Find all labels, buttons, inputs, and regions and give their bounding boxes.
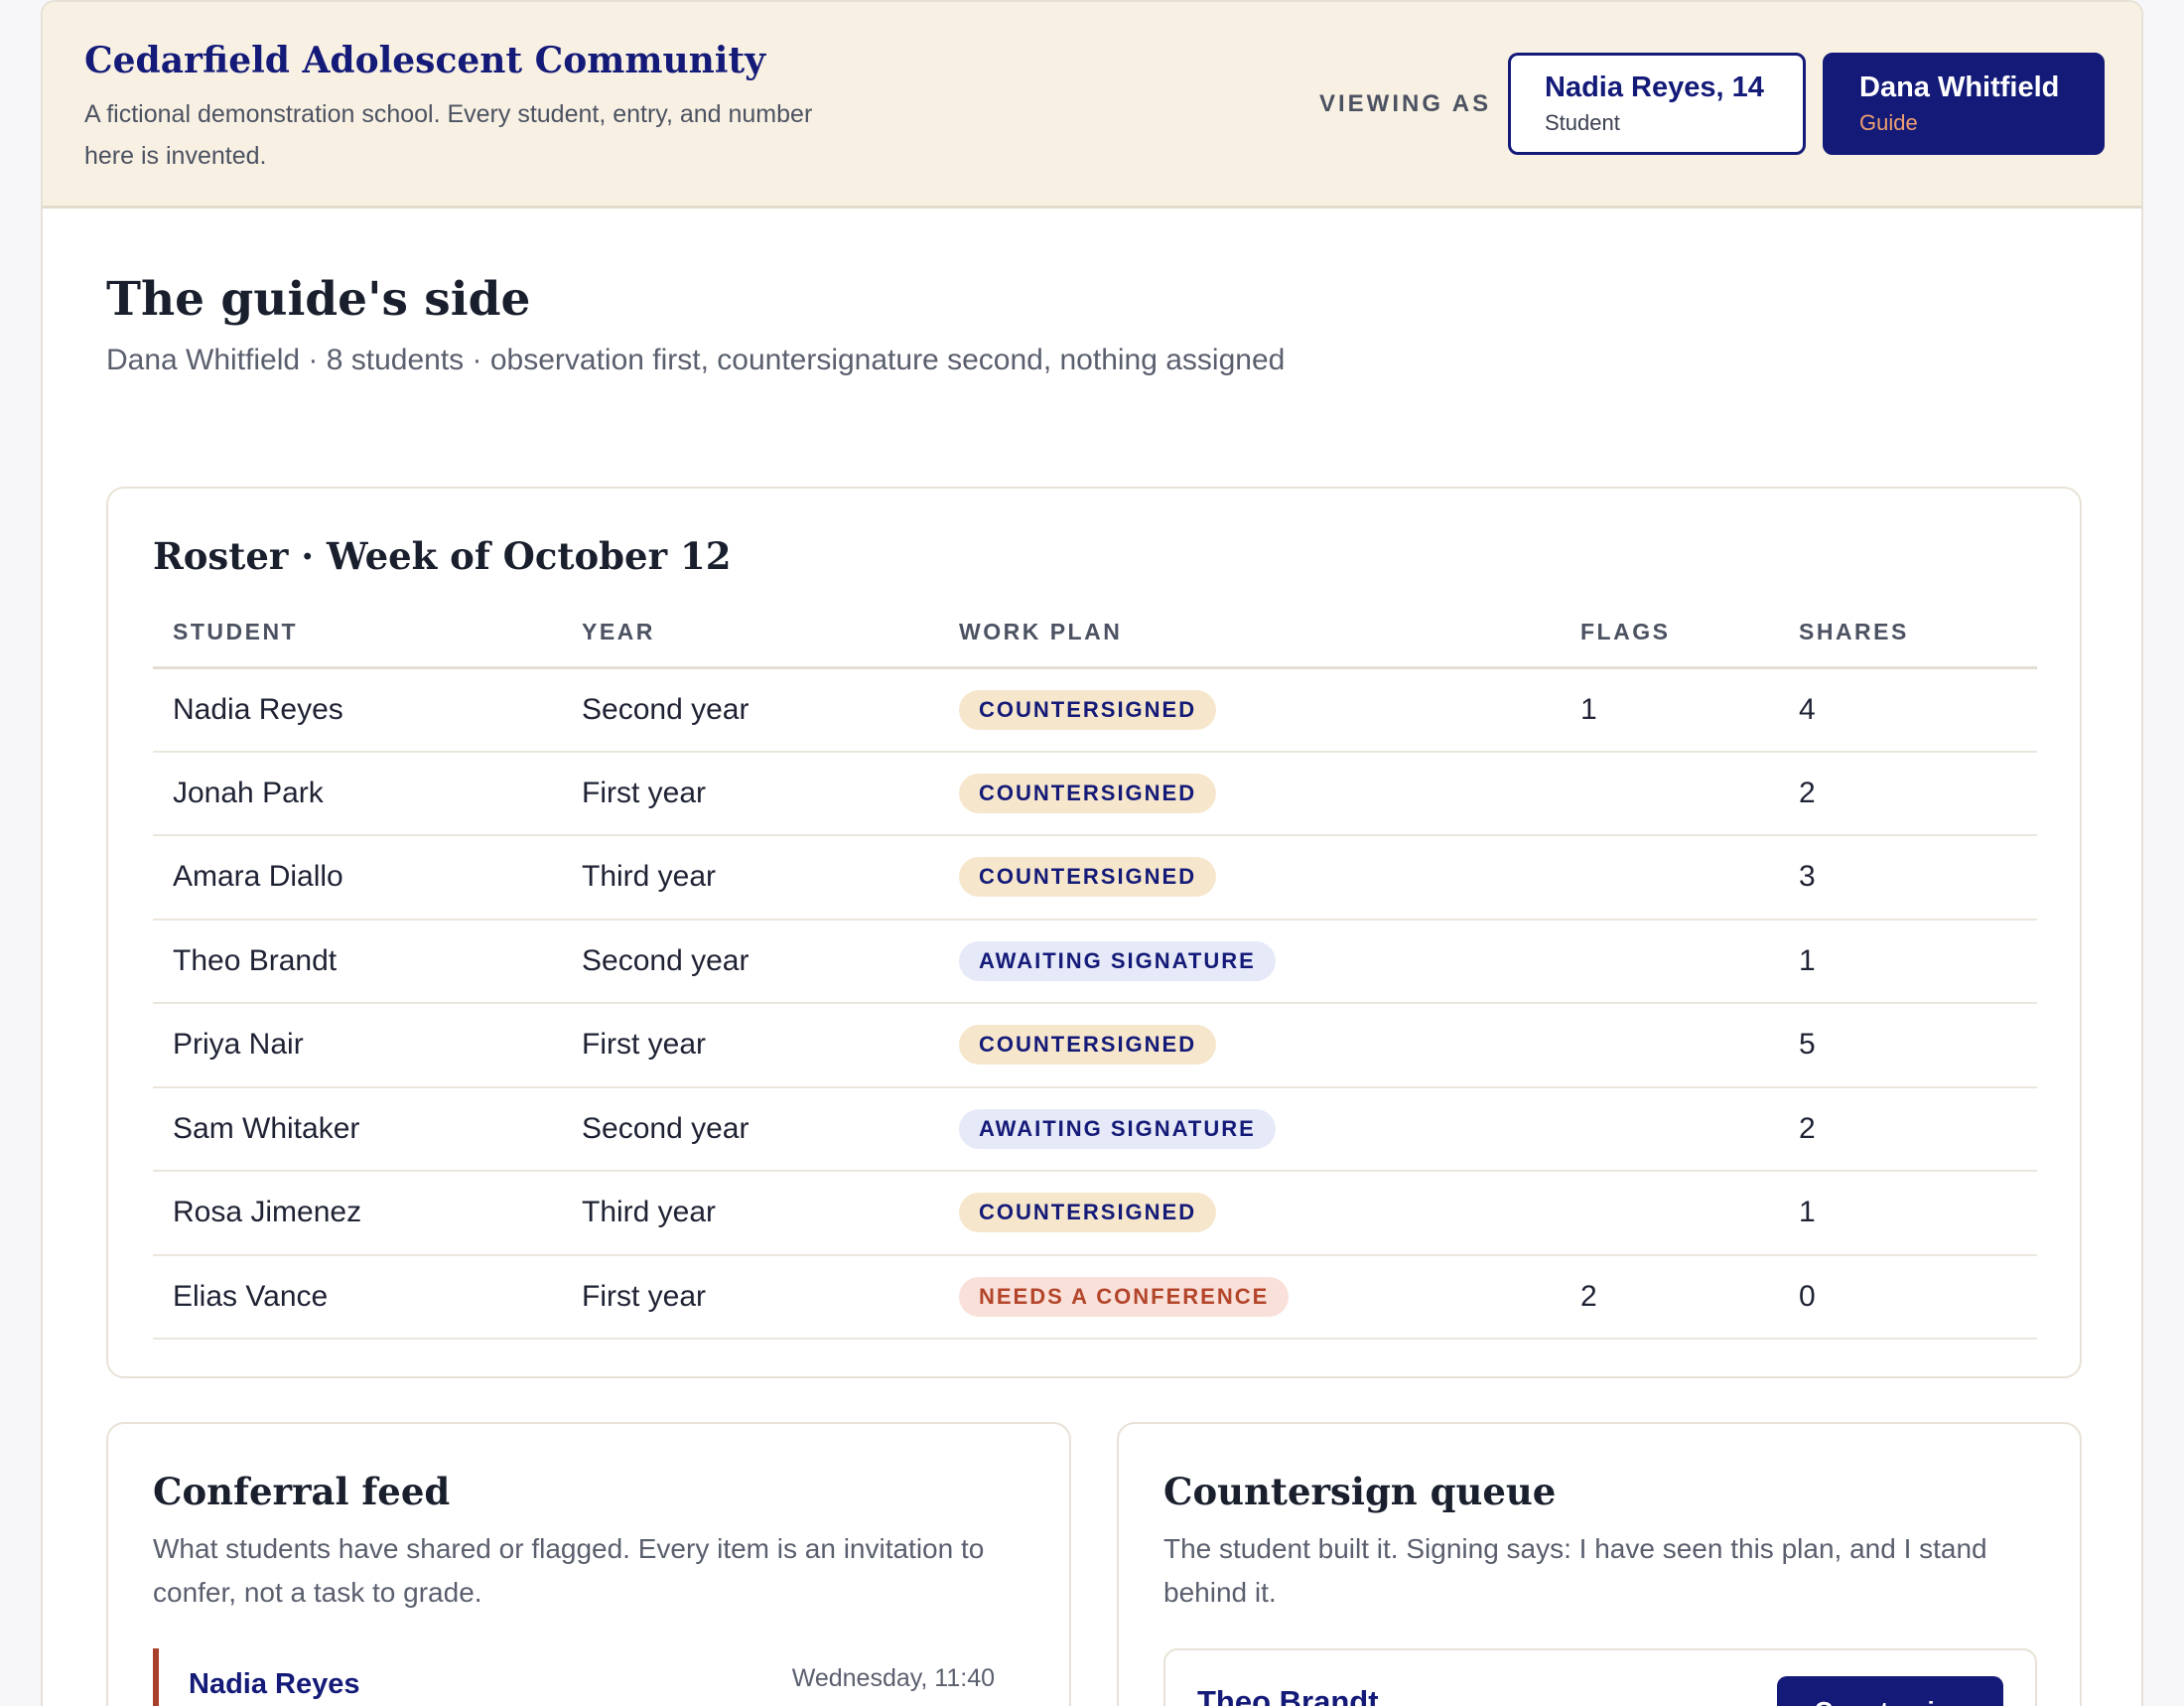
shares-cell: 4 xyxy=(1779,667,2037,753)
work-plan-status-badge: NEEDS A CONFERENCE xyxy=(959,1276,1290,1317)
work-plan-cell: COUNTERSIGNED xyxy=(939,667,1561,753)
flags-cell xyxy=(1561,835,1779,921)
conferral-feed-description: What students have shared or flagged. Ev… xyxy=(153,1533,985,1608)
work-plan-status-badge: COUNTERSIGNED xyxy=(959,1193,1217,1233)
flags-cell xyxy=(1561,919,1779,1004)
student-name-cell: Nadia Reyes xyxy=(153,667,562,753)
queue-item-student[interactable]: Theo Brandt xyxy=(1197,1684,1379,1706)
roster-card: Roster · Week of October 12 STUDENT YEAR… xyxy=(106,487,2082,1378)
year-cell: Second year xyxy=(562,919,939,1004)
roster-table: STUDENT YEAR WORK PLAN FLAGS SHARES Nadi… xyxy=(153,598,2037,1340)
persona-name: Nadia Reyes, 14 xyxy=(1545,71,1764,103)
school-name: Cedarfield Adolescent Community xyxy=(84,40,766,81)
work-plan-status-badge: COUNTERSIGNED xyxy=(959,689,1217,730)
countersign-queue-title: Countersign queue xyxy=(1163,1470,1557,1513)
year-cell: First year xyxy=(562,1254,939,1340)
work-plan-cell: COUNTERSIGNED xyxy=(939,835,1561,921)
year-cell: Second year xyxy=(562,667,939,753)
page-title: The guide's side xyxy=(106,272,531,327)
flags-cell xyxy=(1561,1003,1779,1088)
persona-student-button[interactable]: Nadia Reyes, 14 Student xyxy=(1508,53,1806,155)
student-name-cell: Priya Nair xyxy=(153,1003,562,1088)
work-plan-cell: AWAITING SIGNATURE xyxy=(939,1086,1561,1172)
table-row[interactable]: Priya Nair First year COUNTERSIGNED 5 xyxy=(153,1003,2037,1088)
work-plan-status-badge: COUNTERSIGNED xyxy=(959,1025,1217,1066)
column-header-work-plan: WORK PLAN xyxy=(939,598,1561,669)
flags-cell xyxy=(1561,1086,1779,1172)
column-header-shares: SHARES xyxy=(1779,598,2037,669)
year-cell: First year xyxy=(562,1003,939,1088)
work-plan-cell: NEEDS A CONFERENCE xyxy=(939,1254,1561,1340)
countersign-button[interactable]: Countersign xyxy=(1777,1676,2003,1706)
roster-title: Roster · Week of October 12 xyxy=(153,534,732,578)
table-row[interactable]: Nadia Reyes Second year COUNTERSIGNED 1 4 xyxy=(153,667,2037,753)
column-header-student: STUDENT xyxy=(153,598,562,669)
feed-item-time: Wednesday, 11:40 xyxy=(791,1664,995,1692)
persona-name: Dana Whitfield xyxy=(1859,71,2060,103)
shares-cell: 0 xyxy=(1779,1254,2037,1340)
shares-cell: 1 xyxy=(1779,919,2037,1004)
flags-cell: 2 xyxy=(1561,1254,1779,1340)
table-row[interactable]: Sam Whitaker Second year AWAITING SIGNATUR… xyxy=(153,1086,2037,1172)
page-subtitle: Dana Whitfield · 8 students · observatio… xyxy=(106,344,1286,376)
table-row[interactable]: Amara Diallo Third year COUNTERSIGNED 3 xyxy=(153,835,2037,921)
persona-role: Guide xyxy=(1859,110,1918,135)
countersign-queue-card: Countersign queue The student built it. … xyxy=(1117,1422,2082,1706)
flags-cell: 1 xyxy=(1561,667,1779,753)
school-description: A fictional demonstration school. Every … xyxy=(84,100,813,170)
work-plan-cell: COUNTERSIGNED xyxy=(939,1003,1561,1088)
year-cell: First year xyxy=(562,751,939,836)
work-plan-status-badge: COUNTERSIGNED xyxy=(959,857,1217,898)
viewing-as-label: VIEWING AS xyxy=(1319,90,1492,117)
work-plan-cell: COUNTERSIGNED xyxy=(939,1171,1561,1256)
student-name-cell: Jonah Park xyxy=(153,751,562,836)
feed-item-student[interactable]: Nadia Reyes xyxy=(189,1668,360,1701)
roster-header-row: STUDENT YEAR WORK PLAN FLAGS SHARES xyxy=(153,598,2037,669)
shares-cell: 5 xyxy=(1779,1003,2037,1088)
shares-cell: 2 xyxy=(1779,1086,2037,1172)
conferral-feed-title: Conferral feed xyxy=(153,1470,451,1513)
work-plan-status-badge: COUNTERSIGNED xyxy=(959,773,1217,813)
table-row[interactable]: Rosa Jimenez Third year COUNTERSIGNED 1 xyxy=(153,1171,2037,1256)
student-name-cell: Sam Whitaker xyxy=(153,1086,562,1172)
countersign-queue-description: The student built it. Signing says: I ha… xyxy=(1163,1533,1987,1608)
shares-cell: 2 xyxy=(1779,751,2037,836)
table-row[interactable]: Theo Brandt Second year AWAITING SIGNATURE… xyxy=(153,919,2037,1004)
conferral-feed-card: Conferral feed What students have shared… xyxy=(106,1422,1071,1706)
year-cell: Third year xyxy=(562,835,939,921)
work-plan-status-badge: AWAITING SIGNATURE xyxy=(959,1108,1276,1149)
flags-cell xyxy=(1561,751,1779,836)
table-row[interactable]: Elias Vance First year NEEDS A CONFERENCE 2… xyxy=(153,1254,2037,1340)
year-cell: Third year xyxy=(562,1171,939,1256)
top-bar: Cedarfield Adolescent Community A fictio… xyxy=(43,2,2141,209)
feed-item[interactable]: Nadia Reyes Wednesday, 11:40 xyxy=(153,1648,1007,1706)
shares-cell: 3 xyxy=(1779,835,2037,921)
persona-role: Student xyxy=(1545,110,1620,135)
student-name-cell: Rosa Jimenez xyxy=(153,1171,562,1256)
persona-guide-button[interactable]: Dana Whitfield Guide xyxy=(1823,53,2105,155)
work-plan-status-badge: AWAITING SIGNATURE xyxy=(959,940,1276,981)
student-name-cell: Theo Brandt xyxy=(153,919,562,1004)
year-cell: Second year xyxy=(562,1086,939,1172)
work-plan-cell: COUNTERSIGNED xyxy=(939,751,1561,836)
student-name-cell: Elias Vance xyxy=(153,1254,562,1340)
app-window: Cedarfield Adolescent Community A fictio… xyxy=(41,0,2143,1706)
flags-cell xyxy=(1561,1171,1779,1256)
work-plan-cell: AWAITING SIGNATURE xyxy=(939,919,1561,1004)
table-row[interactable]: Jonah Park First year COUNTERSIGNED 2 xyxy=(153,751,2037,836)
queue-item: Theo Brandt Countersign xyxy=(1163,1648,2037,1706)
student-name-cell: Amara Diallo xyxy=(153,835,562,921)
column-header-year: YEAR xyxy=(562,598,939,669)
column-header-flags: FLAGS xyxy=(1561,598,1779,669)
shares-cell: 1 xyxy=(1779,1171,2037,1256)
